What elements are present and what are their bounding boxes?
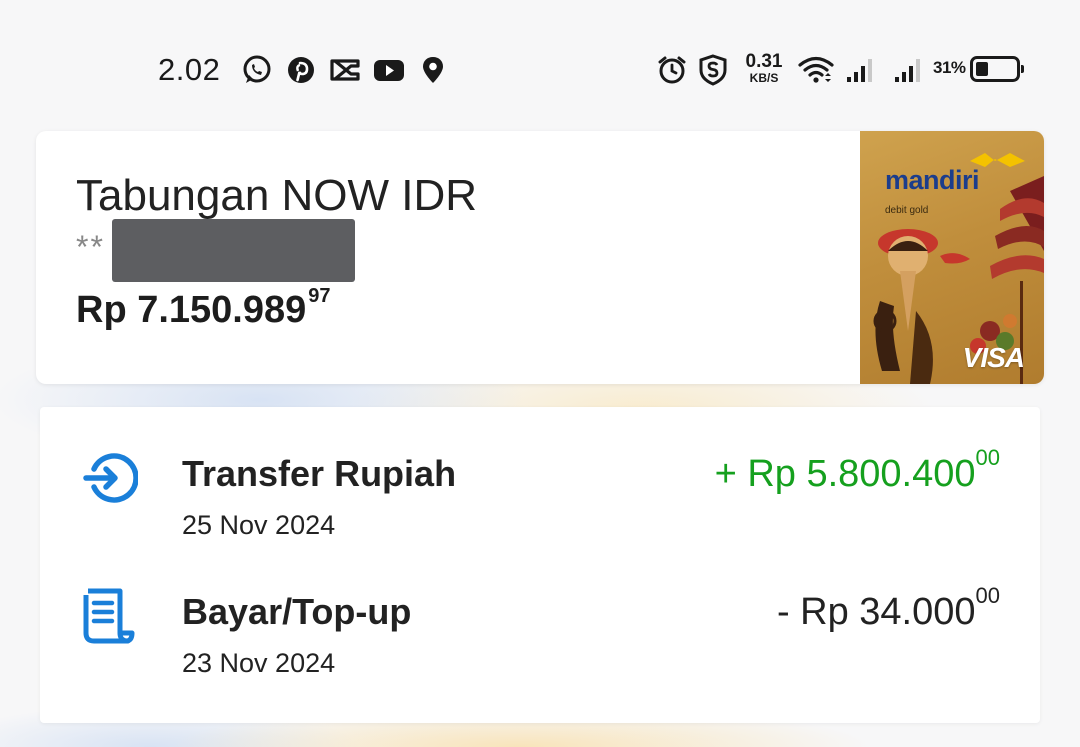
debit-card-image[interactable]: mandiri debit gold VISA [860, 131, 1044, 384]
alarm-icon [656, 54, 688, 86]
shield-s-icon [697, 54, 729, 86]
pinterest-icon [285, 54, 317, 86]
signal-icon [845, 54, 877, 86]
transaction-amount: - Rp 34.00000 [776, 583, 1000, 634]
battery-level [976, 62, 988, 76]
balance-main: Rp 7.150.989 [76, 289, 307, 331]
network-speed: 0.31 KB/S [744, 52, 784, 84]
transaction-amount: + Rp 5.800.40000 [714, 445, 1000, 496]
account-name: Tabungan NOW IDR [76, 171, 478, 220]
card-tier: debit gold [885, 205, 929, 216]
account-number: ** [76, 229, 105, 265]
net-speed-value: 0.31 [745, 51, 783, 72]
youtube-icon [373, 54, 405, 86]
wifi-icon [798, 54, 834, 86]
capcut-icon [329, 54, 361, 86]
balance-cents: 97 [308, 285, 331, 307]
account-balance: Rp 7.150.989 97 [76, 285, 331, 332]
card-brand-logo: mandiri [885, 165, 980, 195]
transaction-title: Transfer Rupiah [182, 453, 457, 494]
recent-transactions: Transfer Rupiah 25 Nov 2024 + Rp 5.800.4… [40, 407, 1040, 723]
status-time: 2.02 [158, 52, 221, 87]
transaction-title: Bayar/Top-up [182, 591, 412, 632]
visa-logo: VISA [962, 342, 1025, 373]
transaction-row[interactable]: Bayar/Top-up 23 Nov 2024 - Rp 34.00000 [40, 545, 1040, 678]
signal-icon [893, 54, 925, 86]
transaction-amount-cents: 00 [975, 445, 1000, 470]
account-card[interactable]: Tabungan NOW IDR ** Rp 7.150.989 97 mandi… [36, 131, 1044, 384]
receipt-icon [80, 587, 138, 645]
status-bar: 2.02 0.31 KB/S 31% [0, 40, 1080, 100]
transaction-row[interactable]: Transfer Rupiah 25 Nov 2024 + Rp 5.800.4… [40, 407, 1040, 540]
net-speed-unit: KB/S [749, 71, 779, 85]
battery-icon [970, 56, 1024, 82]
transfer-in-icon [80, 449, 138, 507]
location-pin-icon [417, 54, 449, 86]
account-number-redacted [112, 219, 355, 282]
transaction-amount-main: + Rp 5.800.400 [714, 453, 976, 495]
whatsapp-icon [241, 54, 273, 86]
transaction-date: 25 Nov 2024 [182, 510, 336, 540]
transaction-amount-cents: 00 [975, 583, 1000, 608]
battery-percent: 31% [933, 58, 966, 77]
transaction-date: 23 Nov 2024 [182, 648, 336, 678]
transaction-amount-main: - Rp 34.000 [776, 591, 976, 633]
